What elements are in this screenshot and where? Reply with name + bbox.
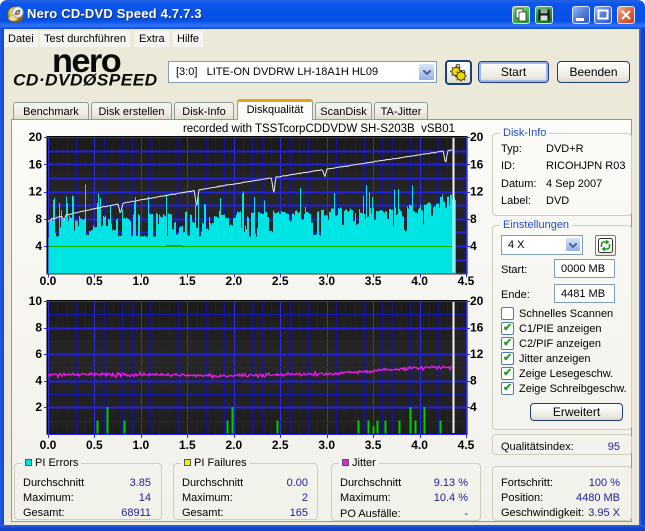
svg-text:0.0: 0.0 [40, 438, 57, 452]
svg-text:16: 16 [470, 157, 484, 171]
svg-text:8: 8 [470, 212, 477, 226]
svg-text:10: 10 [29, 294, 43, 308]
svg-text:0.5: 0.5 [86, 274, 103, 288]
svg-text:16: 16 [29, 157, 43, 171]
svg-text:1.5: 1.5 [179, 274, 196, 288]
svg-text:8: 8 [35, 321, 42, 335]
svg-text:2.5: 2.5 [272, 438, 289, 452]
svg-text:recorded with TSSTcorpCDDVDW S: recorded with TSSTcorpCDDVDW SH-S203B vS… [183, 123, 455, 135]
svg-text:20: 20 [29, 130, 43, 144]
svg-text:6: 6 [35, 347, 42, 361]
svg-text:0.5: 0.5 [86, 438, 103, 452]
svg-text:4.5: 4.5 [458, 274, 475, 288]
svg-text:12: 12 [470, 185, 484, 199]
svg-text:4.0: 4.0 [411, 438, 428, 452]
svg-text:4: 4 [35, 374, 42, 388]
svg-text:3.0: 3.0 [318, 438, 335, 452]
svg-text:4: 4 [35, 239, 42, 253]
svg-text:3.0: 3.0 [318, 274, 335, 288]
svg-text:8: 8 [35, 212, 42, 226]
svg-text:4: 4 [470, 400, 477, 414]
svg-text:16: 16 [470, 321, 484, 335]
svg-text:3.5: 3.5 [365, 274, 382, 288]
svg-text:8: 8 [470, 374, 477, 388]
svg-text:4: 4 [470, 239, 477, 253]
svg-text:4.5: 4.5 [458, 438, 475, 452]
svg-text:12: 12 [470, 347, 484, 361]
svg-text:2.5: 2.5 [272, 274, 289, 288]
svg-text:1.5: 1.5 [179, 438, 196, 452]
svg-text:4.0: 4.0 [411, 274, 428, 288]
svg-text:1.0: 1.0 [133, 274, 150, 288]
svg-text:2.0: 2.0 [225, 274, 242, 288]
svg-text:2: 2 [35, 400, 42, 414]
svg-text:2.0: 2.0 [225, 438, 242, 452]
svg-text:3.5: 3.5 [365, 438, 382, 452]
svg-text:20: 20 [470, 130, 484, 144]
svg-text:0.0: 0.0 [40, 274, 57, 288]
svg-text:20: 20 [470, 294, 484, 308]
svg-text:1.0: 1.0 [133, 438, 150, 452]
svg-text:12: 12 [29, 185, 43, 199]
